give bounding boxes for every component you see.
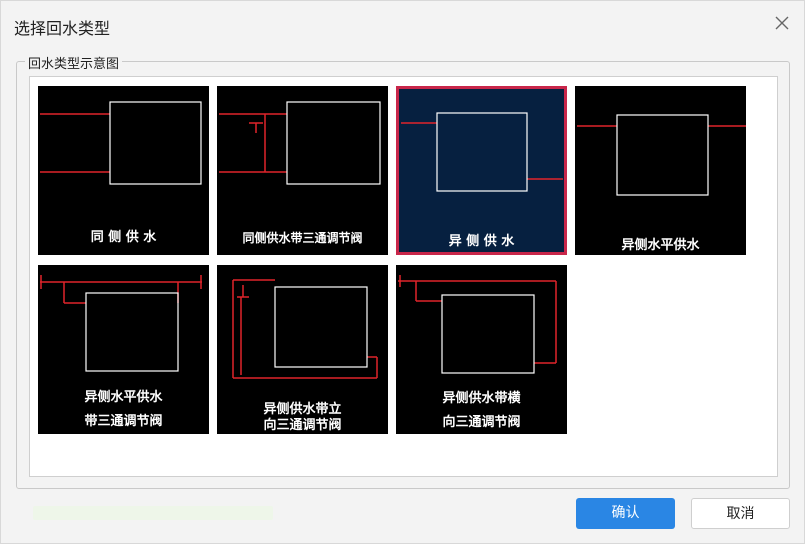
option-label-line1: 异侧水平供水 (84, 390, 163, 405)
option-opposite-horizontal[interactable]: 异侧水平供水 (575, 86, 746, 255)
option-label-line2: 带三通调节阀 (84, 414, 163, 429)
opposite-side-diagram (401, 112, 563, 192)
option-same-side[interactable]: 同 侧 供 水 (38, 86, 209, 255)
dialog-title: 选择回水类型 (14, 19, 111, 38)
opposite-horizontal-alt-diagram (398, 275, 557, 374)
option-label: 异侧水平供水 (621, 238, 700, 253)
group-label: 回水类型示意图 (25, 53, 123, 72)
option-opposite-horizontal-3way[interactable]: 异侧水平供水 带三通调节阀 (38, 265, 209, 434)
option-opposite-horizontal-3way-alt[interactable]: 异侧供水带横 向三通调节阀 (396, 265, 567, 434)
option-label: 异 侧 供 水 (448, 234, 515, 249)
option-opposite-vertical-3way[interactable]: 异侧供水带立 向三通调节阀 (217, 265, 388, 434)
dialog: 选择回水类型 回水类型示意图 同 侧 供 水 同侧供水带三通调节阀 异 侧 供 … (0, 0, 805, 544)
confirm-button[interactable]: 确认 (576, 498, 675, 529)
cancel-button[interactable]: 取消 (691, 498, 790, 529)
option-label-line2: 向三通调节阀 (263, 418, 342, 433)
close-icon[interactable] (770, 11, 794, 35)
option-panel: 同 侧 供 水 同侧供水带三通调节阀 异 侧 供 水 异侧水平供水 异侧水平供水… (29, 76, 778, 477)
option-label: 同 侧 供 水 (90, 230, 157, 245)
option-opposite-side[interactable]: 异 侧 供 水 (396, 86, 567, 255)
opposite-horizontal-3way-diagram (40, 275, 202, 372)
option-label-line1: 异侧供水带横 (442, 391, 521, 406)
option-same-side-3way[interactable]: 同侧供水带三通调节阀 (217, 86, 388, 255)
option-label-line2: 向三通调节阀 (442, 415, 521, 430)
status-area (33, 506, 273, 520)
option-label: 同侧供水带三通调节阀 (242, 231, 363, 245)
opposite-horizontal-diagram (577, 114, 746, 196)
